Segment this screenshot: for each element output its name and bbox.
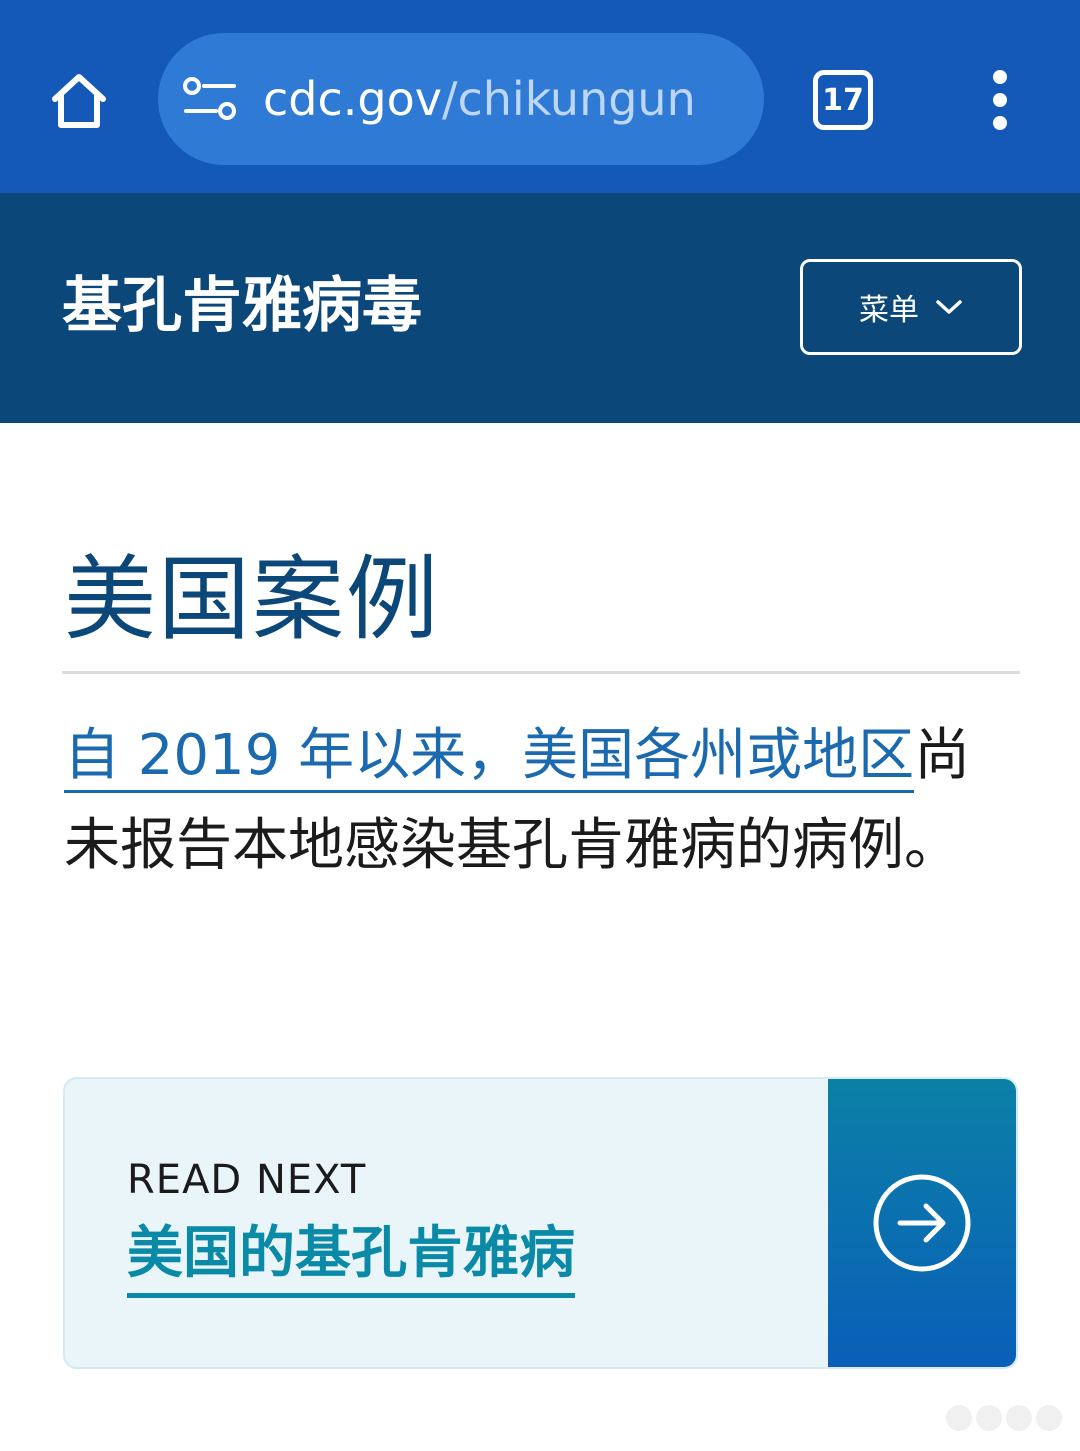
url-text[interactable]: cdc.gov/chikungun: [263, 33, 743, 165]
main-content: 美国案例 自 2019 年以来，美国各州或地区尚未报告本地感染基孔肯雅病的病例。…: [0, 423, 1080, 1451]
more-menu-icon[interactable]: [975, 68, 1025, 132]
read-next-arrow-button[interactable]: [828, 1079, 1016, 1367]
intro-paragraph: 自 2019 年以来，美国各州或地区尚未报告本地感染基孔肯雅病的病例。: [64, 711, 1024, 891]
site-settings-icon[interactable]: [182, 75, 238, 123]
read-next-label: READ NEXT: [127, 1157, 367, 1203]
home-button[interactable]: [40, 62, 118, 140]
address-bar[interactable]: cdc.gov/chikungun: [158, 33, 764, 165]
home-icon: [52, 74, 106, 128]
site-title[interactable]: 基孔肯雅病毒: [62, 261, 422, 351]
tab-count: 17: [822, 82, 864, 118]
decorative-dots: [946, 1405, 1062, 1431]
chevron-down-icon: [936, 300, 962, 314]
heading-divider: [62, 671, 1020, 674]
read-next-card[interactable]: READ NEXT 美国的基孔肯雅病: [63, 1077, 1018, 1369]
url-path: /chikungun: [441, 72, 696, 126]
tabs-button[interactable]: 17: [813, 70, 873, 130]
page-heading: 美国案例: [64, 546, 441, 653]
intro-link[interactable]: 自 2019 年以来，美国各州或地区: [64, 723, 915, 793]
browser-toolbar: cdc.gov/chikungun 17: [0, 0, 1080, 193]
url-domain: cdc.gov: [263, 72, 442, 126]
arrow-right-circle-icon: [873, 1174, 971, 1272]
menu-label: 菜单: [859, 293, 919, 328]
read-next-link[interactable]: 美国的基孔肯雅病: [127, 1219, 575, 1298]
site-header: 基孔肯雅病毒 菜单: [0, 193, 1080, 423]
menu-button[interactable]: 菜单: [800, 259, 1022, 355]
